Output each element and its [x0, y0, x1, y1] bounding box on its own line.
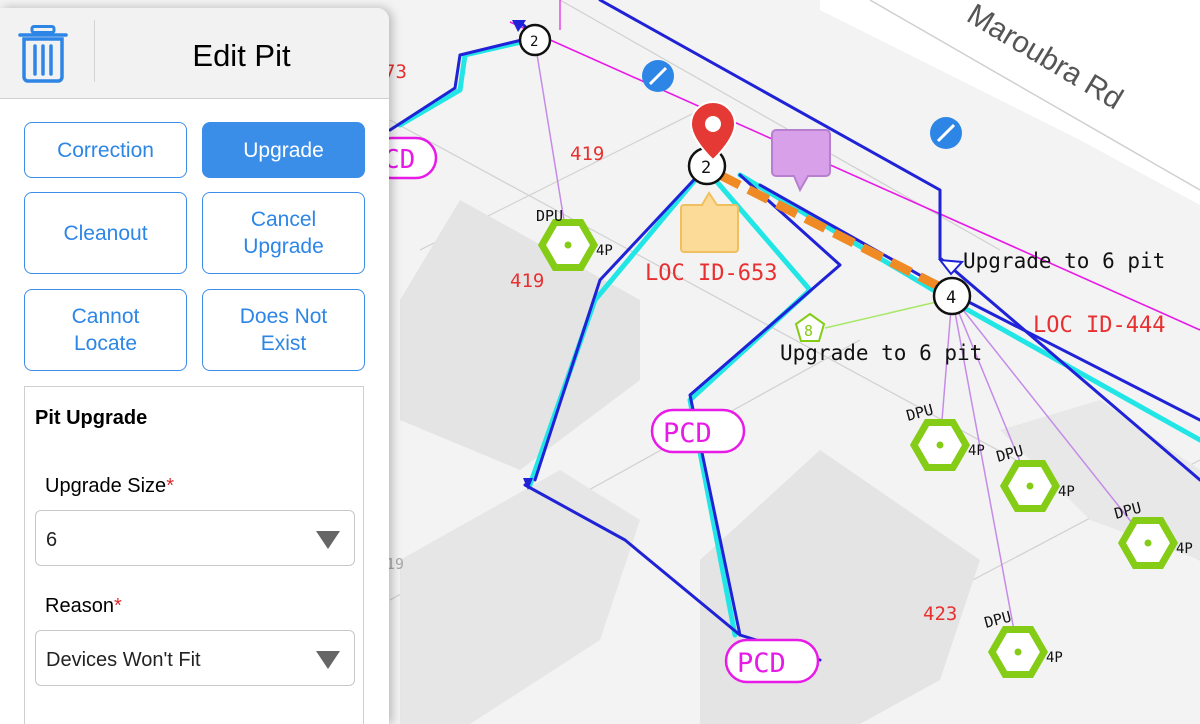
upgrade-size-select[interactable]: 6 [35, 510, 355, 566]
reason-value: Devices Won't Fit [46, 649, 201, 671]
annotation-label: Upgrade to 6 pit [780, 341, 982, 365]
port-label: 4P [1058, 484, 1075, 500]
upgrade-size-label-text: Upgrade Size [45, 475, 167, 497]
loc-id-label: LOC ID-444 [1033, 313, 1165, 338]
pcd-label: PCD [737, 648, 786, 679]
pentagon-label: 8 [804, 322, 813, 340]
reason-label-text: Reason [45, 595, 114, 617]
dpu-label: DPU [536, 207, 563, 225]
upgrade-size-label: Upgrade Size* [45, 475, 174, 498]
port-label: 4P [968, 443, 985, 459]
lot-number-label: 419 [510, 270, 544, 292]
reason-label: Reason* [45, 595, 122, 618]
dropdown-arrow-icon [316, 651, 340, 669]
panel-title: Edit Pit [192, 38, 291, 73]
port-label: 4P [1046, 650, 1063, 666]
dpu-center-dot [1014, 648, 1022, 656]
pit-number: 2 [530, 34, 538, 50]
port-label: 4P [1176, 541, 1193, 557]
lot-number-label: 419 [570, 143, 604, 165]
does-not-exist-button[interactable]: Does Not Exist [202, 289, 365, 371]
correction-button[interactable]: Correction [24, 122, 187, 178]
dpu-center-dot [1144, 539, 1152, 547]
panel-header: Edit Pit [0, 8, 389, 99]
reason-select[interactable]: Devices Won't Fit [35, 630, 355, 686]
pcd-marker[interactable]: PCD [724, 638, 820, 684]
required-mark: * [166, 475, 174, 497]
section-title: Pit Upgrade [35, 407, 148, 429]
upgrade-button[interactable]: Upgrade [202, 122, 365, 178]
pit-marker[interactable]: 2 [518, 23, 552, 57]
dropdown-arrow-icon [316, 531, 340, 549]
dpu-center-dot [1026, 482, 1034, 490]
dpu-center-dot [936, 441, 944, 449]
required-mark: * [113, 595, 122, 617]
cleanout-button[interactable]: Cleanout [24, 192, 187, 274]
cannot-locate-button[interactable]: Cannot Locate [24, 289, 187, 371]
annotation-label: Upgrade to 6 pit [963, 249, 1165, 273]
pit-number: 2 [701, 158, 711, 178]
no-entry-icon[interactable] [930, 117, 962, 149]
no-entry-icon[interactable] [642, 60, 674, 92]
cancel-upgrade-button[interactable]: Cancel Upgrade [202, 192, 365, 274]
loc-id-label: LOC ID-653 [645, 261, 777, 286]
lot-number-label: 423 [923, 603, 957, 625]
upgrade-size-value: 6 [46, 529, 58, 551]
trash-icon[interactable] [18, 25, 68, 83]
port-label: 4P [596, 243, 613, 259]
pit-upgrade-section: Pit Upgrade Upgrade Size* 6 Reason* Devi… [24, 386, 364, 724]
pcd-label: PCD [663, 418, 712, 449]
pit-marker[interactable]: 4 [932, 276, 972, 316]
edit-pit-panel: Edit Pit Correction Upgrade Cleanout Can… [0, 8, 389, 724]
dpu-center-dot [564, 241, 572, 249]
pit-number: 4 [946, 288, 956, 308]
pcd-marker[interactable]: PCD [650, 408, 746, 454]
